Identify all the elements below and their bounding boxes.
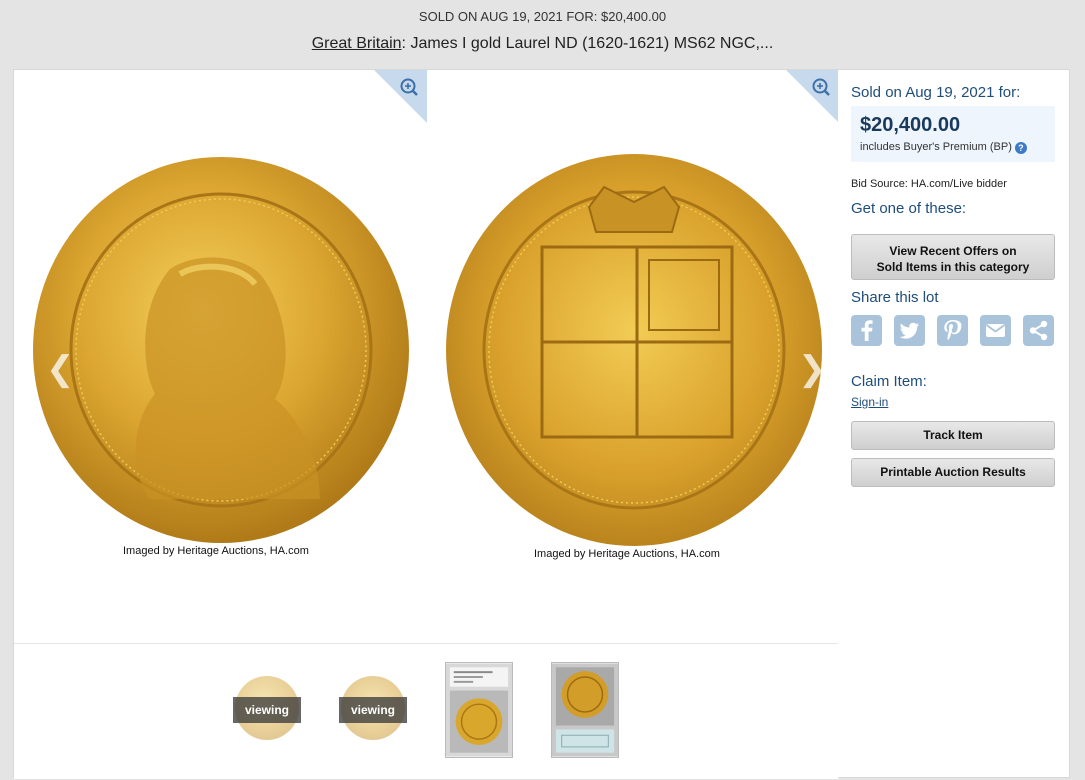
category-link[interactable]: Great Britain: [312, 35, 402, 52]
thumbnail-reverse[interactable]: viewing: [339, 662, 407, 758]
chevron-right-icon[interactable]: ❯: [798, 352, 827, 386]
reverse-coin-image: [446, 154, 822, 546]
obverse-pane[interactable]: Imaged by Heritage Auctions, HA.com ❮: [14, 70, 427, 643]
buyers-premium-text: includes Buyer's Premium (BP): [860, 141, 1012, 153]
lot-header: SOLD ON AUG 19, 2021 FOR: $20,400.00 Gre…: [0, 0, 1085, 68]
claim-item-heading: Claim Item:: [851, 373, 927, 390]
viewing-badge: viewing: [233, 697, 301, 723]
view-recent-offers-button[interactable]: View Recent Offers on Sold Items in this…: [851, 234, 1055, 280]
reverse-caption: Imaged by Heritage Auctions, HA.com: [534, 548, 720, 560]
thumbnail-slab-back[interactable]: [551, 662, 619, 758]
printable-results-button[interactable]: Printable Auction Results: [851, 458, 1055, 487]
thumbnail-obverse[interactable]: viewing: [233, 662, 301, 758]
slab-back-image: [551, 662, 619, 758]
lot-title-text: : James I gold Laurel ND (1620-1621) MS6…: [401, 35, 774, 52]
pinterest-icon[interactable]: [937, 315, 968, 346]
track-item-button[interactable]: Track Item: [851, 421, 1055, 450]
sold-summary: SOLD ON AUG 19, 2021 FOR: $20,400.00: [418, 9, 667, 24]
facebook-icon[interactable]: [851, 315, 882, 346]
obverse-coin-image: [33, 157, 409, 543]
share-icon[interactable]: [1023, 315, 1054, 346]
obverse-caption: Imaged by Heritage Auctions, HA.com: [123, 545, 309, 557]
thumbnail-strip: viewing viewing: [14, 643, 839, 779]
get-one-heading: Get one of these:: [851, 200, 967, 217]
slab-front-image: [445, 662, 513, 758]
twitter-icon[interactable]: [894, 315, 925, 346]
sold-on-label: Sold on Aug 19, 2021 for:: [851, 84, 1021, 101]
share-buttons: [851, 315, 1055, 349]
offers-line-1: View Recent Offers on: [889, 244, 1017, 258]
thumbnail-slab-front[interactable]: [445, 662, 513, 758]
sold-price: $20,400.00: [860, 114, 961, 136]
main-image[interactable]: Imaged by Heritage Auctions, HA.com ❮ Im…: [14, 70, 839, 643]
reverse-pane[interactable]: Imaged by Heritage Auctions, HA.com ❯: [426, 70, 839, 643]
chevron-left-icon[interactable]: ❮: [46, 352, 75, 386]
viewing-badge: viewing: [339, 697, 407, 723]
offers-line-2: Sold Items in this category: [876, 260, 1030, 274]
email-icon[interactable]: [980, 315, 1011, 346]
lot-sidebar: Sold on Aug 19, 2021 for: $20,400.00 inc…: [838, 69, 1070, 778]
buyers-premium-note: includes Buyer's Premium (BP)?: [860, 141, 1027, 154]
help-icon[interactable]: ?: [1014, 142, 1027, 154]
sign-in-link[interactable]: Sign-in: [851, 395, 888, 409]
image-viewer: Imaged by Heritage Auctions, HA.com ❮ Im…: [13, 69, 839, 779]
share-heading: Share this lot: [851, 289, 939, 306]
lot-title: Great Britain: James I gold Laurel ND (1…: [0, 35, 1085, 53]
price-box: $20,400.00 includes Buyer's Premium (BP)…: [851, 106, 1055, 162]
zoom-in-icon[interactable]: [374, 70, 427, 123]
bid-source: Bid Source: HA.com/Live bidder: [851, 178, 1007, 190]
zoom-in-icon[interactable]: [786, 70, 839, 123]
